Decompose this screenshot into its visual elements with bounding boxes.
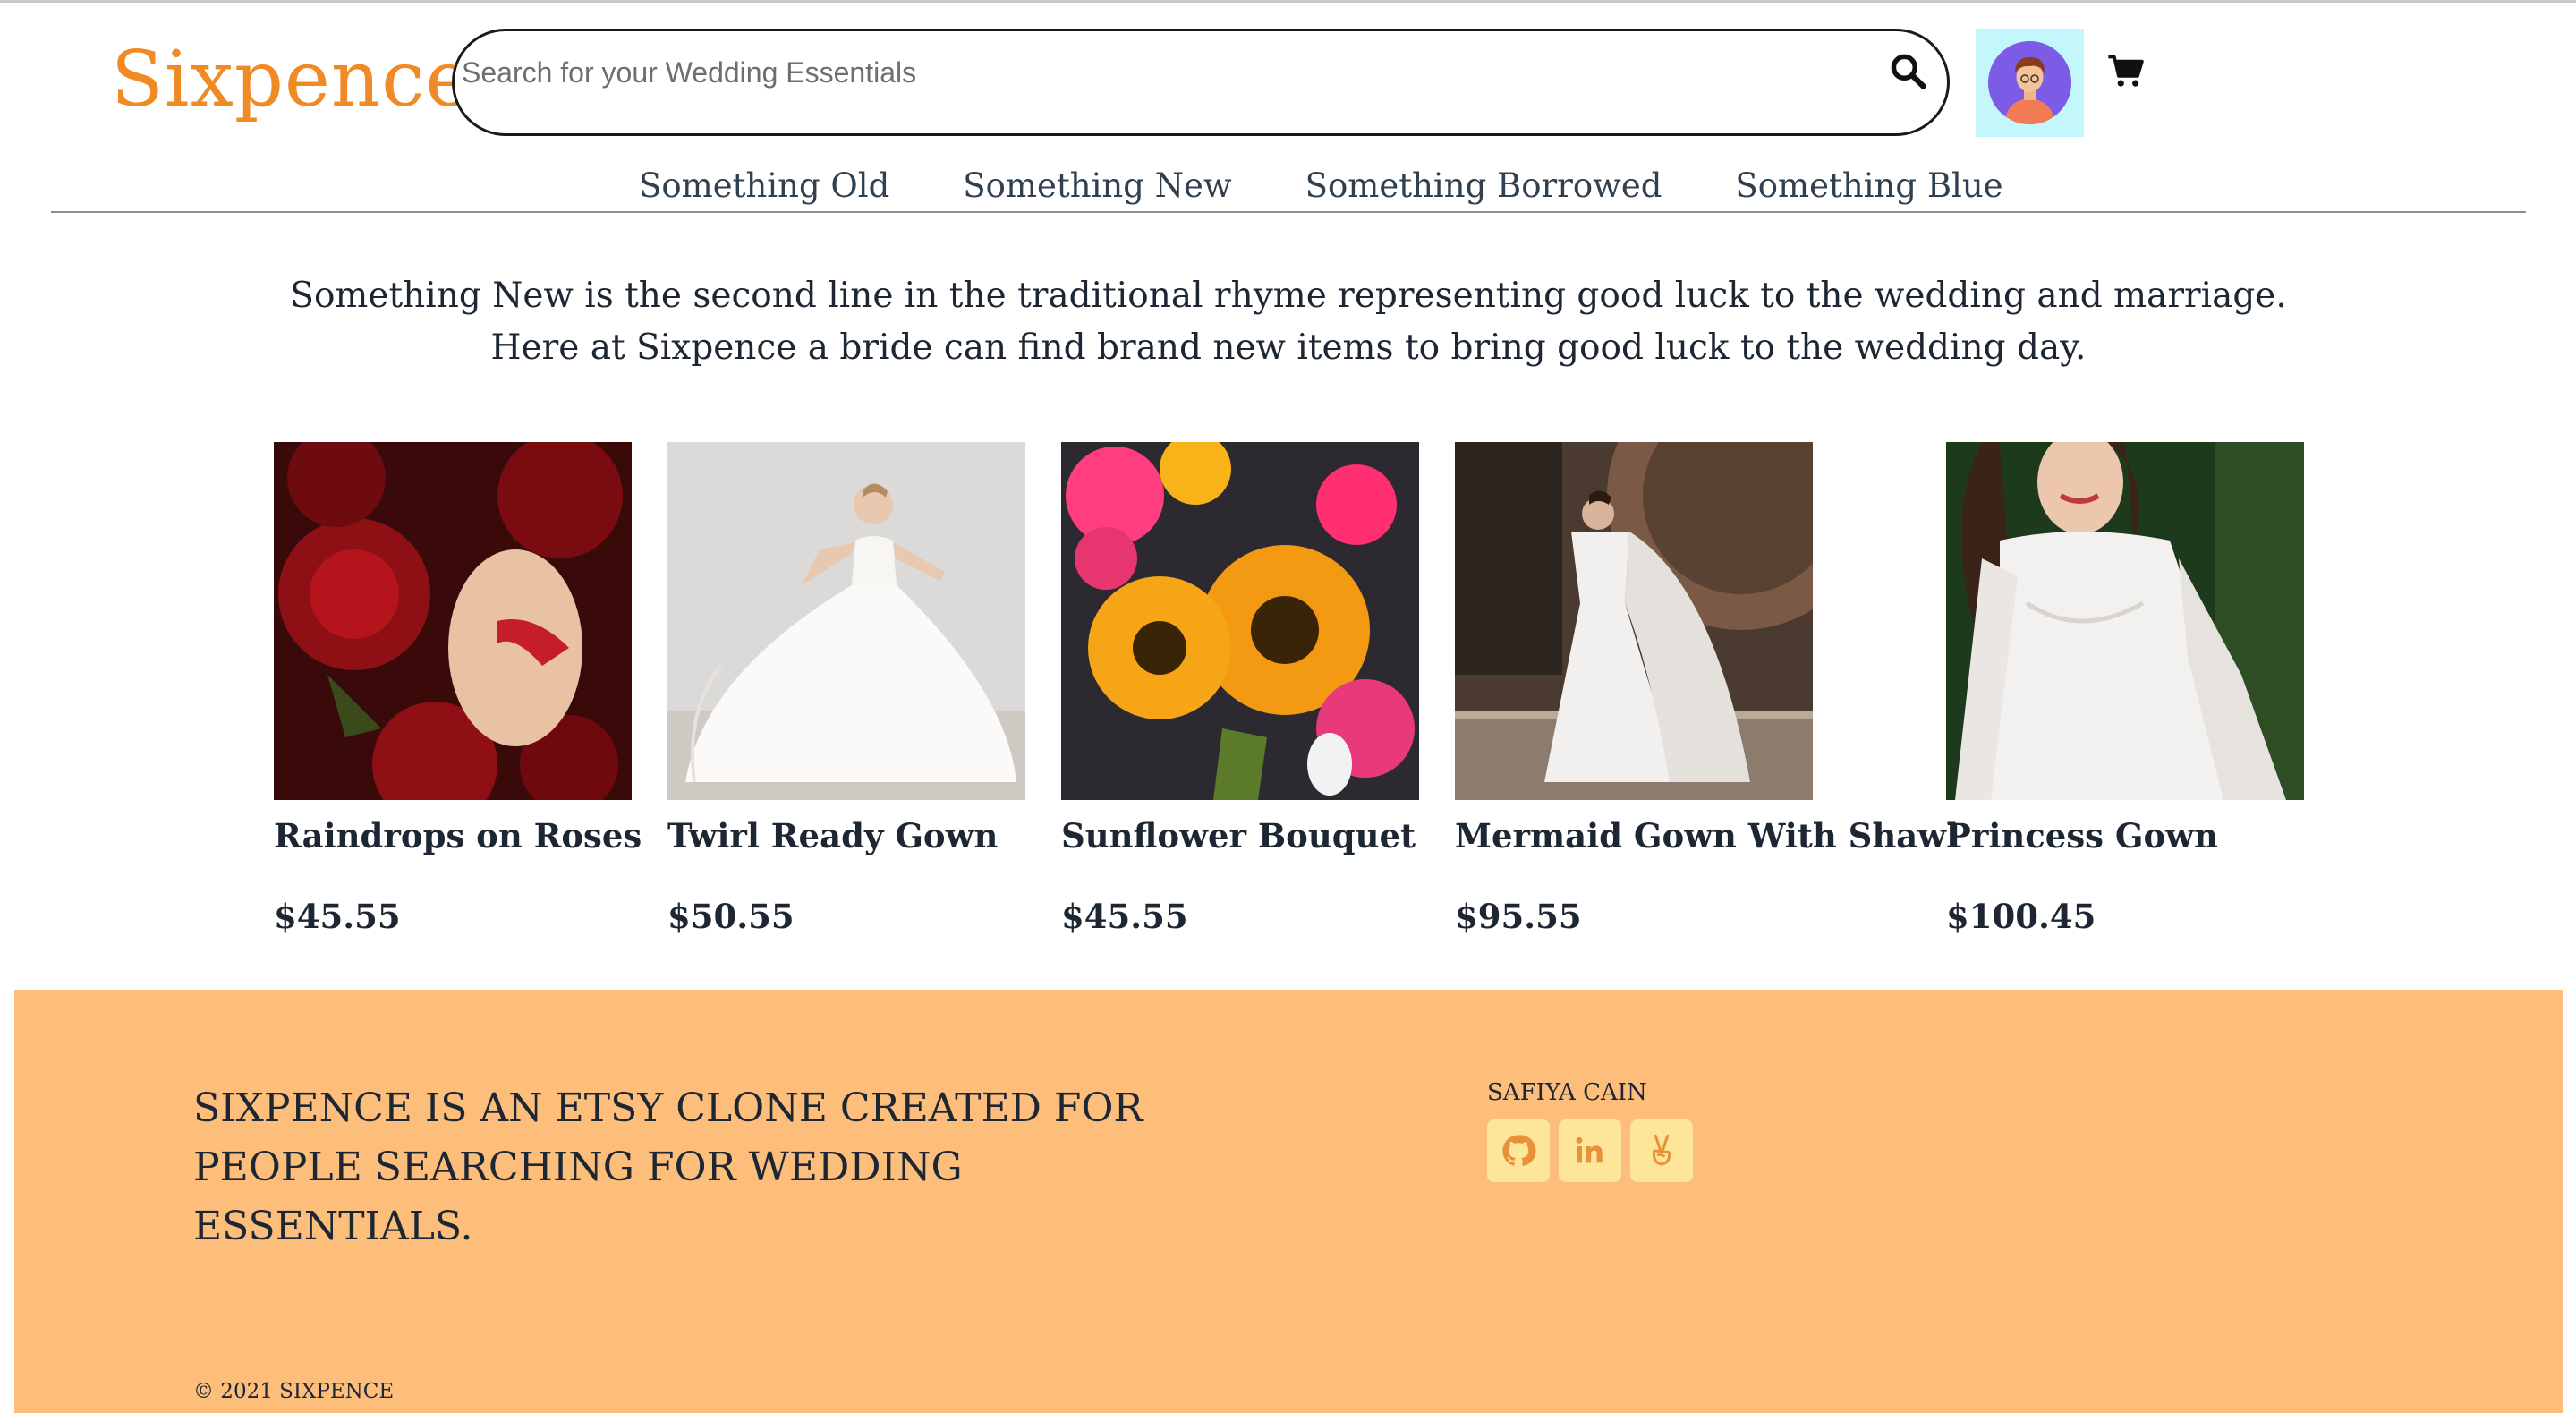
category-description: Something New is the second line in the … xyxy=(290,276,2287,368)
nav-something-old[interactable]: Something Old xyxy=(639,166,889,205)
product-card[interactable]: Raindrops on Roses $45.55 xyxy=(274,442,650,936)
nav-something-blue[interactable]: Something Blue xyxy=(1735,166,2002,205)
product-price: $95.55 xyxy=(1455,897,1582,936)
search-input[interactable] xyxy=(462,46,1804,99)
top-border xyxy=(0,0,2576,3)
product-price: $45.55 xyxy=(1061,897,1188,936)
angellist-link[interactable] xyxy=(1630,1119,1693,1182)
product-price: $50.55 xyxy=(667,897,795,936)
github-icon xyxy=(1502,1135,1536,1167)
nav-something-new[interactable]: Something New xyxy=(963,166,1231,205)
product-name[interactable]: Princess Gown xyxy=(1946,816,2218,855)
linkedin-link[interactable] xyxy=(1559,1119,1621,1182)
product-price: $45.55 xyxy=(274,897,401,936)
product-name[interactable]: Raindrops on Roses xyxy=(274,816,642,855)
product-image-mermaid-gown[interactable] xyxy=(1455,442,1813,800)
site-logo[interactable]: Sixpence xyxy=(111,38,472,123)
search-icon[interactable] xyxy=(1888,51,1927,90)
category-nav: Something Old Something New Something Bo… xyxy=(639,166,2003,205)
product-card[interactable]: Sunflower Bouquet $45.55 xyxy=(1061,442,1437,936)
product-card[interactable]: Princess Gown $100.45 xyxy=(1946,442,2322,936)
nav-divider xyxy=(51,211,2526,213)
linkedin-icon xyxy=(1576,1136,1603,1163)
footer-copyright: © 2021 SIXPENCE xyxy=(193,1380,395,1403)
product-card[interactable]: Mermaid Gown With Shawl $95.55 xyxy=(1455,442,1959,936)
profile-button[interactable] xyxy=(1976,29,2084,137)
nav-something-borrowed[interactable]: Something Borrowed xyxy=(1305,166,1662,205)
angellist-icon xyxy=(1652,1134,1671,1166)
product-card[interactable]: Twirl Ready Gown $50.55 xyxy=(667,442,1043,936)
cart-icon[interactable] xyxy=(2108,55,2144,88)
social-links xyxy=(1487,1119,1693,1182)
product-price: $100.45 xyxy=(1946,897,2096,936)
search-bar[interactable] xyxy=(452,29,1950,136)
user-avatar-icon xyxy=(1988,41,2071,124)
product-image-sunflower-bouquet[interactable] xyxy=(1061,442,1419,800)
product-name[interactable]: Sunflower Bouquet xyxy=(1061,816,1416,855)
product-image-lace-gown[interactable] xyxy=(1946,442,2304,800)
footer-author: SAFIYA CAIN xyxy=(1487,1079,1647,1106)
product-image-red-roses[interactable] xyxy=(274,442,632,800)
product-name[interactable]: Twirl Ready Gown xyxy=(667,816,998,855)
product-name[interactable]: Mermaid Gown With Shawl xyxy=(1455,816,1959,855)
footer-tagline: SIXPENCE IS AN ETSY CLONE CREATED FOR PE… xyxy=(193,1085,1143,1249)
site-footer: SIXPENCE IS AN ETSY CLONE CREATED FOR PE… xyxy=(14,990,2563,1413)
product-image-white-gown[interactable] xyxy=(667,442,1025,800)
github-link[interactable] xyxy=(1487,1119,1550,1182)
